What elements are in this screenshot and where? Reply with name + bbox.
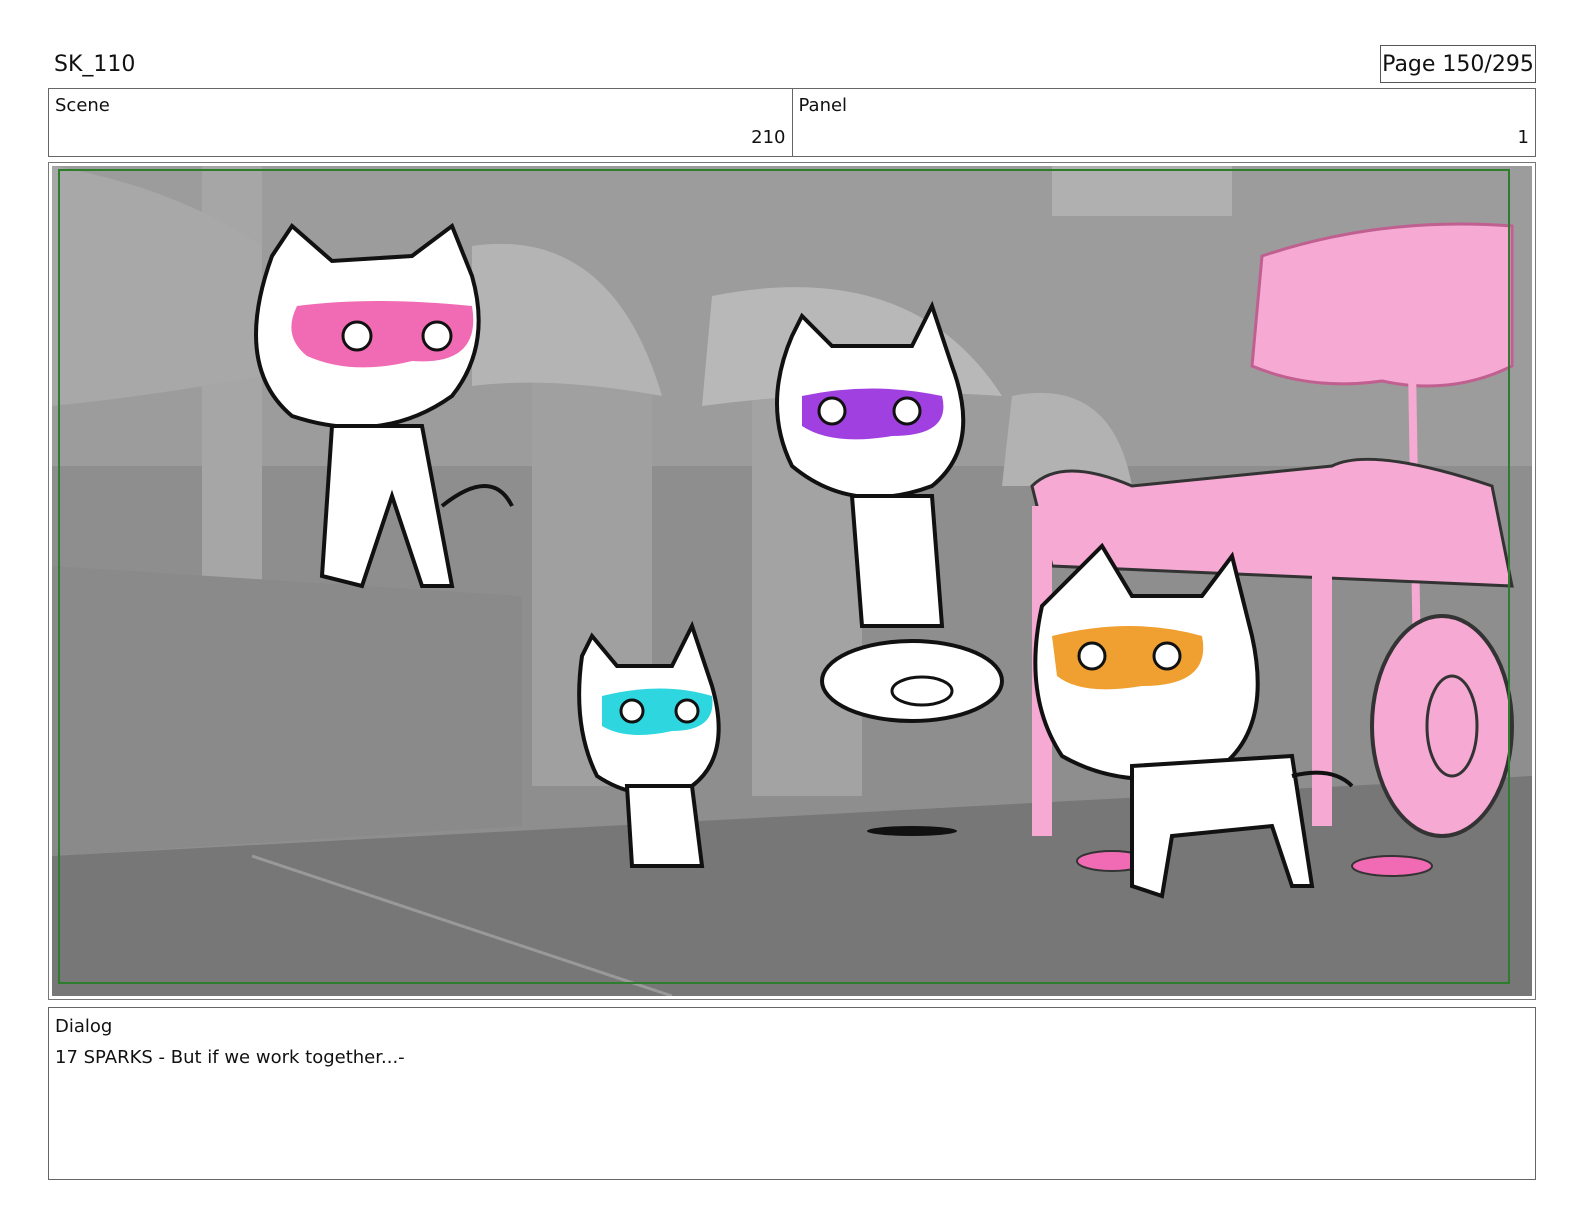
dialog-text: 17 SPARKS - But if we work together...-	[55, 1047, 405, 1068]
dialog-label: Dialog	[55, 1016, 113, 1037]
scene-panel-row: Scene 210 Panel 1	[48, 88, 1536, 157]
scene-cell: Scene 210	[49, 89, 793, 156]
dialog-box: Dialog 17 SPARKS - But if we work togeth…	[48, 1007, 1536, 1180]
scene-label: Scene	[55, 95, 110, 116]
sheet-title: SK_110	[54, 52, 136, 77]
umbrella-canopy	[1250, 222, 1514, 388]
panel-label: Panel	[798, 95, 848, 116]
storyboard-panel	[48, 162, 1536, 1000]
scene-value: 210	[751, 127, 786, 148]
panel-cell: Panel 1	[793, 89, 1536, 156]
panel-artwork	[52, 166, 1532, 996]
panel-value: 1	[1517, 127, 1529, 148]
bg-planter-ledge	[52, 566, 522, 856]
pink-disc-right	[1351, 855, 1433, 877]
cart-wheel	[1370, 614, 1514, 838]
bg-balcony	[1052, 166, 1232, 216]
page-number: Page 150/295	[1380, 45, 1536, 83]
